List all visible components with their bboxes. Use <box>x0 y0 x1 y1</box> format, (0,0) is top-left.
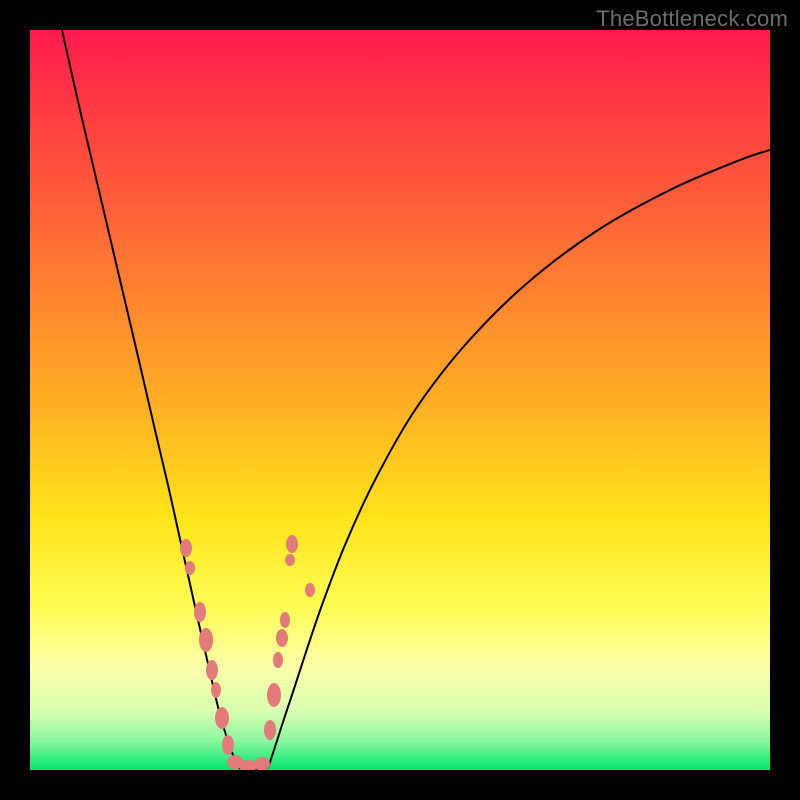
curve-left-branch <box>62 30 239 768</box>
dot-right-0 <box>286 535 298 553</box>
dot-bottom-2 <box>254 757 270 770</box>
dot-left-2 <box>194 602 206 622</box>
chart-frame: TheBottleneck.com <box>0 0 800 800</box>
dot-right-7 <box>264 720 276 740</box>
dot-left-6 <box>215 707 229 729</box>
dot-left-4 <box>206 660 218 680</box>
data-point-dots <box>180 535 315 770</box>
watermark-text: TheBottleneck.com <box>596 6 788 32</box>
dot-right-3 <box>280 612 290 628</box>
curve-right-branch <box>268 150 770 768</box>
curve-svg <box>30 30 770 770</box>
dot-left-5 <box>211 682 221 698</box>
dot-right-6 <box>267 683 281 707</box>
dot-right-1 <box>285 554 295 566</box>
dot-left-3 <box>199 628 213 652</box>
dot-left-0 <box>180 539 192 557</box>
dot-right-2 <box>305 583 315 597</box>
dot-right-4 <box>276 629 288 647</box>
dot-left-1 <box>185 561 195 575</box>
dot-left-7 <box>222 735 234 755</box>
dot-right-5 <box>273 652 283 668</box>
v-curve <box>62 30 770 770</box>
plot-area <box>30 30 770 770</box>
